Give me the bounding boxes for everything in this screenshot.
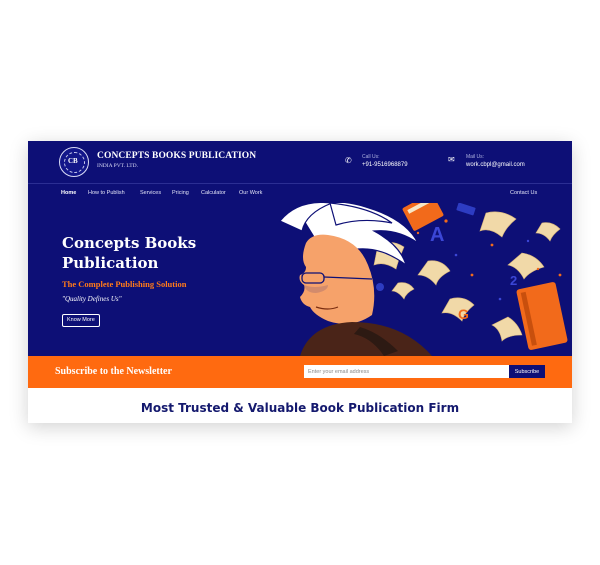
newsletter-bar: Subscribe to the Newsletter Subscribe: [28, 356, 572, 388]
phone-icon: ✆: [345, 156, 352, 165]
logo-seal[interactable]: [59, 147, 89, 177]
hero-title: Concepts Books Publication: [62, 234, 197, 272]
envelope-icon: ✉: [448, 155, 455, 164]
brand-name[interactable]: CONCEPTS BOOKS PUBLICATION: [97, 151, 256, 161]
intro-section: Most Trusted & Valuable Book Publication…: [28, 388, 572, 423]
call-label: Call Us:: [362, 154, 380, 160]
subscribe-button[interactable]: Subscribe: [509, 365, 545, 378]
digit-two: 2: [510, 273, 517, 288]
letter-g: G: [458, 306, 469, 322]
nav-item-home[interactable]: Home: [61, 190, 76, 196]
mail-label: Mail Us:: [466, 154, 485, 160]
blue-book: [456, 203, 476, 216]
newsletter-title: Subscribe to the Newsletter: [55, 366, 172, 377]
main-nav: Home How to Publish Services Pricing Cal…: [28, 184, 572, 203]
orange-book-bottom: [516, 282, 568, 350]
nav-item-services[interactable]: Services: [140, 190, 161, 196]
email-input[interactable]: [304, 365, 509, 378]
letter-a: A: [430, 224, 444, 246]
hero-tagline: The Complete Publishing Solution: [62, 279, 187, 289]
nav-item-pricing[interactable]: Pricing: [172, 190, 189, 196]
mail-value[interactable]: work.cbpl@gmail.com: [466, 162, 525, 168]
hero-banner: Concepts Books Publication The Complete …: [28, 203, 572, 356]
website-frame: CONCEPTS BOOKS PUBLICATION INDIA PVT. LT…: [28, 141, 572, 423]
hero-quote: "Quality Defines Us": [62, 295, 122, 303]
nav-item-calculator[interactable]: Calculator: [201, 190, 226, 196]
nav-item-contact-us[interactable]: Contact Us: [510, 190, 537, 196]
site-header: CONCEPTS BOOKS PUBLICATION INDIA PVT. LT…: [28, 141, 572, 184]
call-value[interactable]: +91-9516968879: [362, 162, 408, 168]
nav-item-how-to-publish[interactable]: How to Publish: [88, 190, 125, 196]
section-title: Most Trusted & Valuable Book Publication…: [140, 401, 460, 415]
reader-shoulder: [300, 322, 432, 356]
brand-subtitle: INDIA PVT. LTD.: [97, 163, 138, 169]
nav-item-our-work[interactable]: Our Work: [239, 190, 262, 196]
reader-illustration: A G 2: [279, 203, 568, 356]
know-more-button[interactable]: Know More: [62, 314, 100, 327]
